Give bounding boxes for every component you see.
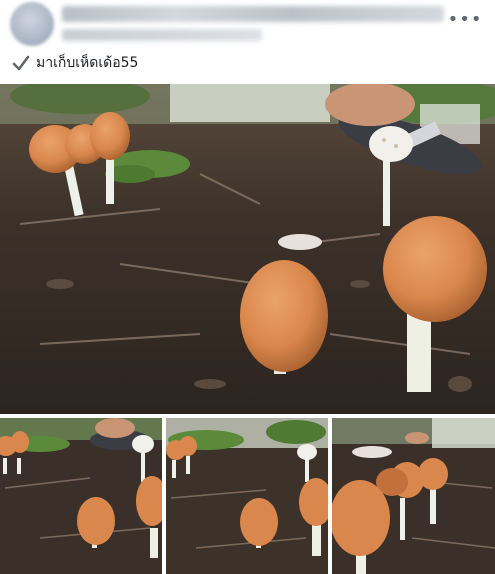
check-mark-icon bbox=[12, 55, 30, 71]
thumbnail-3[interactable] bbox=[332, 418, 495, 574]
more-options-button[interactable]: ••• bbox=[448, 10, 482, 30]
blurred-author-name[interactable] bbox=[62, 6, 444, 22]
thumbnail-2[interactable] bbox=[166, 418, 328, 574]
main-photo[interactable] bbox=[0, 84, 495, 414]
thumbnail-1[interactable] bbox=[0, 418, 162, 574]
post-header: ••• bbox=[0, 0, 495, 48]
avatar[interactable] bbox=[10, 2, 54, 46]
blurred-post-meta bbox=[62, 29, 262, 41]
post-caption: มาเก็บเห็ดเด้อ55 bbox=[12, 52, 138, 74]
caption-text: มาเก็บเห็ดเด้อ55 bbox=[36, 55, 139, 71]
